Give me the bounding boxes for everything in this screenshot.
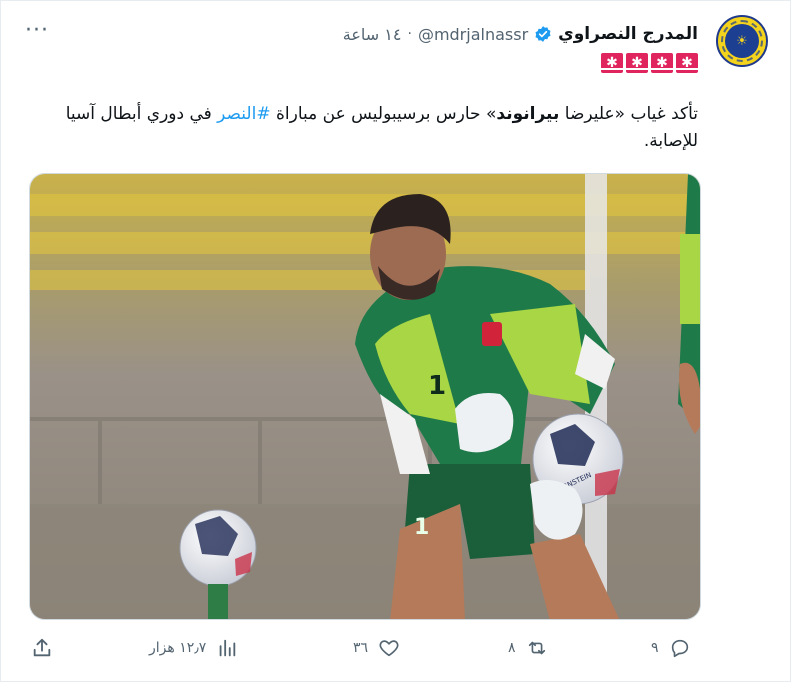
flag-emoji: ✱ — [651, 53, 673, 73]
more-options-icon[interactable]: ··· — [25, 20, 49, 42]
author-name[interactable]: المدرج النصراوي — [558, 24, 698, 44]
player-name: بيرانوند — [496, 104, 560, 124]
club-crest — [482, 322, 502, 346]
verified-badge-icon — [535, 26, 551, 42]
tweet-header: المدرج النصراوي @mdrjalnassr · ١٤ ساعة — [343, 23, 698, 45]
views-count: ١٢٫٧ هزار — [149, 640, 207, 656]
tweet-card[interactable]: ··· المدرج النصراوي @mdrjalnassr · ١٤ سا… — [0, 0, 791, 682]
views-button[interactable]: ١٢٫٧ هزار — [149, 637, 238, 659]
analytics-icon — [219, 639, 236, 657]
jersey-number: 1 — [428, 371, 446, 401]
reply-icon — [671, 639, 688, 658]
tweet-actions: ١٢٫٧ هزار ٣٦ ٨ ٩ — [1, 633, 791, 669]
flag-emoji: ✱ — [626, 53, 648, 73]
flag-emojis: ✱ ✱ ✱ ✱ — [601, 53, 698, 73]
timestamp[interactable]: ١٤ ساعة — [343, 25, 402, 44]
tweet-photo[interactable]: 1 1 KERNSTEIN — [29, 173, 701, 620]
likes-count: ٣٦ — [353, 640, 369, 656]
retweet-button[interactable]: ٨ — [508, 637, 548, 659]
flag-emoji: ✱ — [676, 53, 698, 73]
like-button[interactable]: ٣٦ — [353, 637, 400, 659]
retweet-icon — [528, 641, 545, 655]
retweets-count: ٨ — [508, 640, 516, 656]
share-icon — [33, 638, 51, 657]
avatar-ring — [721, 20, 763, 62]
goalkeeper-photo: 1 1 KERNSTEIN — [30, 174, 700, 619]
author-handle[interactable]: @mdrjalnassr — [418, 25, 528, 44]
tweet-text-part: تأكد غياب «عليرضا — [559, 104, 698, 124]
flag-emoji: ✱ — [601, 53, 623, 73]
replies-count: ٩ — [651, 640, 659, 656]
tweet-text-part: » حارس برسيبوليس عن مباراة — [270, 104, 497, 124]
heart-icon — [379, 640, 399, 657]
avatar[interactable]: ☀ — [716, 15, 768, 67]
reply-button[interactable]: ٩ — [651, 637, 691, 659]
share-button[interactable] — [31, 637, 53, 659]
shorts-number: 1 — [414, 515, 429, 540]
separator-dot: · — [407, 26, 412, 42]
tweet-text: تأكد غياب «عليرضا بيرانوند» حارس برسيبول… — [28, 101, 698, 155]
hashtag-link[interactable]: #النصر — [217, 104, 270, 124]
